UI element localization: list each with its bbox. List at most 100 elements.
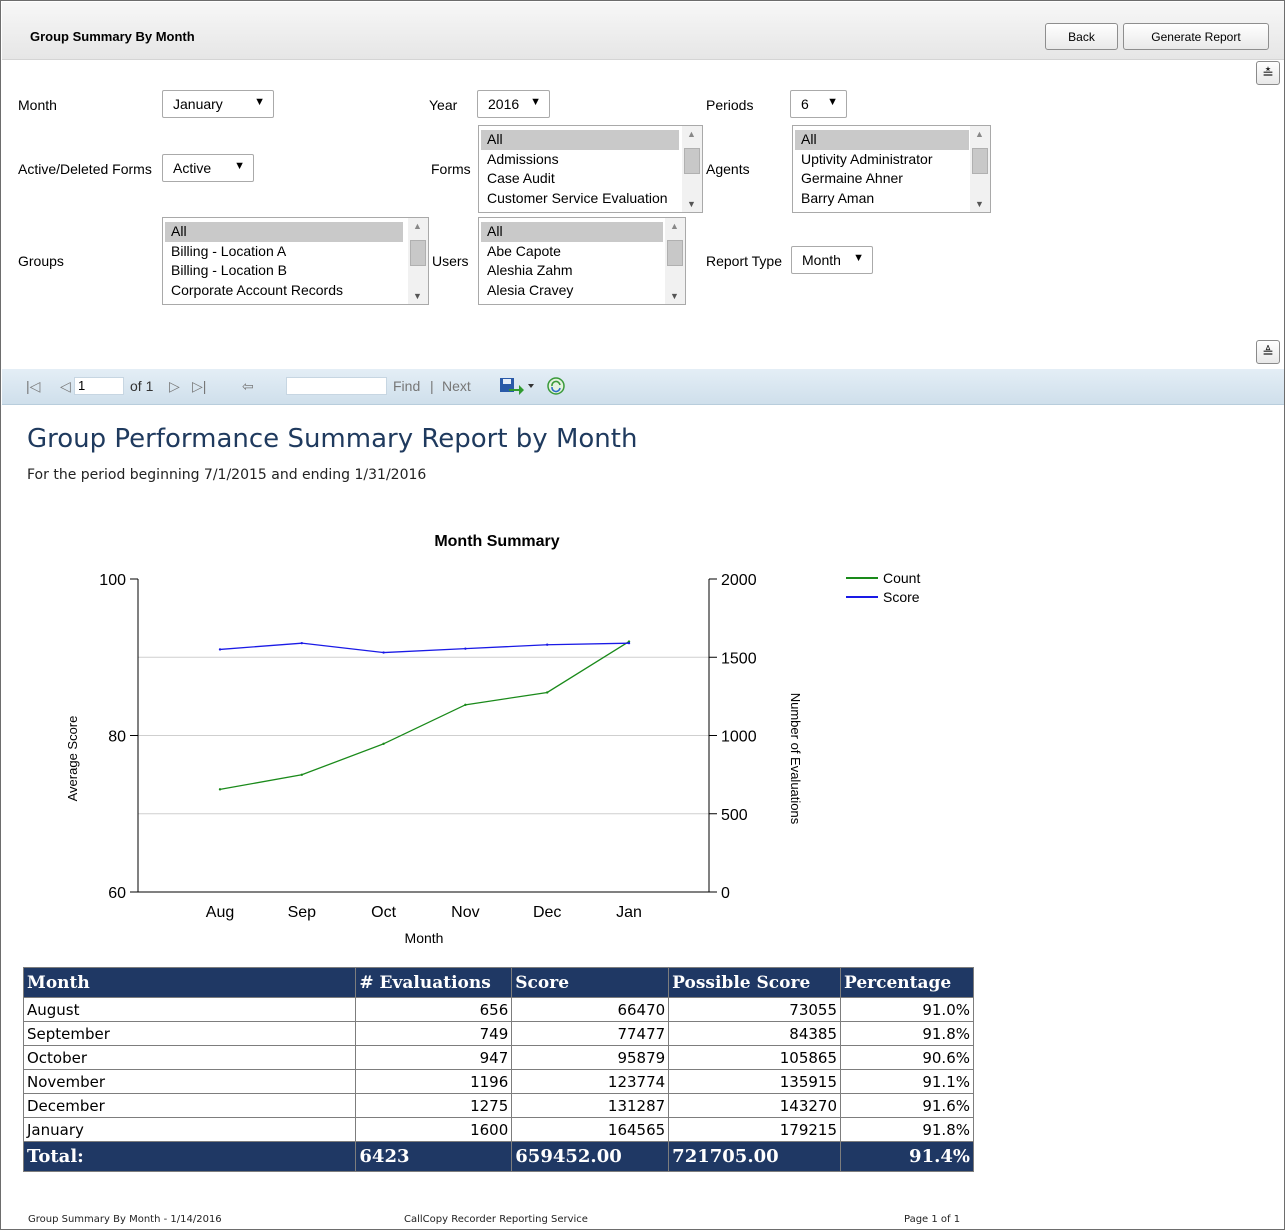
- left-axis-tick-label: 100: [99, 572, 126, 589]
- report-title: Group Performance Summary Report by Mont…: [27, 424, 638, 454]
- year-label: Year: [429, 97, 458, 113]
- periods-select[interactable]: 6 ▼: [790, 90, 847, 118]
- right-axis-tick-label: 2000: [721, 572, 757, 589]
- groups-option[interactable]: Billing - Location A: [165, 242, 403, 262]
- x-axis-tick-label: Sep: [288, 904, 317, 921]
- year-select[interactable]: 2016 ▼: [477, 90, 550, 118]
- previous-page-icon[interactable]: ◁: [60, 378, 71, 395]
- cell-score: 66470: [511, 997, 670, 1022]
- cell-percentage: 91.1%: [840, 1069, 974, 1094]
- agents-listbox[interactable]: All Uptivity Administrator Germaine Ahne…: [792, 125, 991, 213]
- forms-label: Forms: [431, 161, 471, 177]
- series-line-count: [219, 641, 630, 790]
- last-page-icon[interactable]: ▷|: [192, 378, 206, 395]
- collapse-params-icon[interactable]: ≛: [1256, 61, 1280, 85]
- report-type-label: Report Type: [706, 253, 783, 269]
- cell-evaluations: 1275: [355, 1093, 513, 1118]
- users-option[interactable]: Alesia Cravey: [481, 281, 663, 301]
- back-button[interactable]: Back: [1045, 23, 1118, 50]
- total-evaluations: 6423: [355, 1141, 513, 1172]
- scrollbar-thumb[interactable]: [410, 240, 426, 266]
- active-deleted-label: Active/Deleted Forms: [18, 161, 152, 177]
- legend-label: Score: [883, 589, 920, 605]
- data-point-score: [546, 643, 549, 646]
- table-row: September 749 77477 84385 91.8%: [22, 1021, 974, 1046]
- find-next-link[interactable]: Next: [442, 378, 471, 394]
- agents-option[interactable]: Germaine Ahner: [795, 169, 969, 189]
- groups-option[interactable]: All: [165, 222, 403, 242]
- users-scrollbar[interactable]: ▲ ▼: [665, 218, 685, 304]
- header-bar: Group Summary By Month Back Generate Rep…: [2, 2, 1284, 60]
- month-summary-chart: Month Summary60801000500100015002000Aug S…: [65, 533, 920, 946]
- agents-option[interactable]: Uptivity Administrator: [795, 150, 969, 170]
- scroll-down-icon[interactable]: ▼: [413, 291, 422, 301]
- groups-scrollbar[interactable]: ▲ ▼: [408, 218, 428, 304]
- cell-possible-score: 179215: [668, 1117, 842, 1142]
- agents-option[interactable]: Barry Aman: [795, 189, 969, 209]
- forms-option[interactable]: Case Audit: [481, 169, 679, 189]
- groups-listbox[interactable]: All Billing - Location A Billing - Locat…: [162, 217, 429, 305]
- total-possible-score: 721705.00: [668, 1141, 842, 1172]
- groups-option[interactable]: Billing - Location B: [165, 261, 403, 281]
- export-icon[interactable]: [499, 375, 535, 400]
- total-score: 659452.00: [511, 1141, 670, 1172]
- scrollbar-thumb[interactable]: [972, 148, 988, 174]
- page-number-input[interactable]: 1: [74, 377, 124, 395]
- generate-report-button[interactable]: Generate Report: [1123, 23, 1269, 50]
- agents-option[interactable]: All: [795, 130, 969, 150]
- cell-score: 77477: [511, 1021, 670, 1046]
- series-line-score: [219, 642, 630, 654]
- scroll-up-icon[interactable]: ▲: [975, 129, 984, 139]
- right-axis-tick-label: 1000: [721, 729, 757, 746]
- month-select[interactable]: January ▼: [162, 90, 274, 118]
- expand-params-icon[interactable]: ≜: [1256, 340, 1280, 364]
- users-listbox[interactable]: All Abe Capote Aleshia Zahm Alesia Crave…: [478, 217, 686, 305]
- users-label: Users: [432, 253, 469, 269]
- x-axis-title: Month: [405, 930, 444, 946]
- column-header-possible-score: Possible Score: [668, 967, 842, 998]
- scroll-down-icon[interactable]: ▼: [975, 199, 984, 209]
- find-input[interactable]: [286, 377, 387, 395]
- scrollbar-thumb[interactable]: [667, 240, 683, 266]
- forms-listbox[interactable]: All Admissions Case Audit Customer Servi…: [478, 125, 703, 213]
- month-label: Month: [18, 97, 57, 113]
- scroll-down-icon[interactable]: ▼: [670, 291, 679, 301]
- right-axis-tick-label: 0: [721, 885, 730, 902]
- cell-evaluations: 1600: [355, 1117, 513, 1142]
- cell-evaluations: 749: [355, 1021, 513, 1046]
- scrollbar-thumb[interactable]: [684, 148, 700, 174]
- forms-option[interactable]: Customer Service Evaluation: [481, 189, 679, 209]
- data-point-score: [300, 641, 303, 645]
- refresh-icon[interactable]: [546, 376, 566, 399]
- right-axis-tick-label: 1500: [721, 650, 757, 667]
- report-subtitle: For the period beginning 7/1/2015 and en…: [27, 467, 427, 483]
- groups-option[interactable]: Corporate Account Records: [165, 281, 403, 301]
- next-page-icon[interactable]: ▷: [169, 378, 180, 395]
- forms-scrollbar[interactable]: ▲ ▼: [682, 126, 702, 212]
- forms-option[interactable]: Admissions: [481, 150, 679, 170]
- users-option[interactable]: Abe Capote: [481, 242, 663, 262]
- data-point-count: [546, 691, 549, 694]
- column-header-month: Month: [22, 967, 357, 998]
- active-deleted-select[interactable]: Active ▼: [162, 154, 254, 182]
- first-page-icon[interactable]: |◁: [26, 378, 40, 395]
- scroll-down-icon[interactable]: ▼: [687, 199, 696, 209]
- scroll-up-icon[interactable]: ▲: [670, 221, 679, 231]
- find-link[interactable]: Find: [393, 378, 420, 394]
- report-type-select[interactable]: Month ▼: [791, 246, 873, 274]
- data-point-count: [464, 703, 467, 707]
- dropdown-arrow-icon: ▼: [530, 96, 541, 108]
- column-header-score: Score: [511, 967, 670, 998]
- right-axis-tick-label: 500: [721, 807, 748, 824]
- cell-evaluations: 656: [355, 997, 513, 1022]
- forms-option[interactable]: All: [481, 130, 679, 150]
- users-option[interactable]: Aleshia Zahm: [481, 261, 663, 281]
- users-option[interactable]: All: [481, 222, 663, 242]
- scroll-up-icon[interactable]: ▲: [413, 221, 422, 231]
- back-to-parent-icon[interactable]: ⇦: [242, 378, 254, 395]
- scroll-up-icon[interactable]: ▲: [687, 129, 696, 139]
- table-row: August 656 66470 73055 91.0%: [22, 997, 974, 1022]
- total-label: Total:: [22, 1141, 357, 1172]
- table-row: January 1600 164565 179215 91.8%: [22, 1117, 974, 1142]
- agents-scrollbar[interactable]: ▲ ▼: [970, 126, 990, 212]
